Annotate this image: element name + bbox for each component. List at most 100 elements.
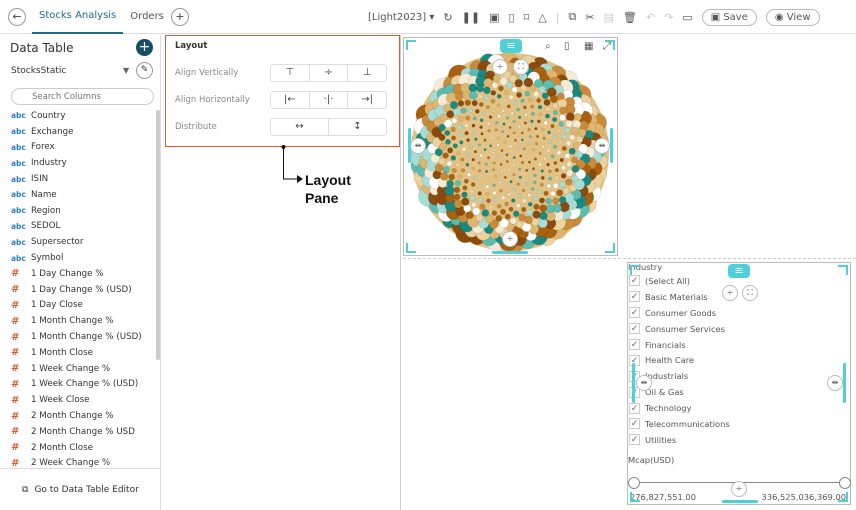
bubble[interactable]: [485, 184, 490, 189]
column-item[interactable]: abc ISIN: [11, 171, 156, 187]
bubble[interactable]: [460, 197, 470, 207]
bubble[interactable]: [561, 145, 568, 152]
resize-corner[interactable]: [406, 40, 416, 50]
column-item[interactable]: #1 Month Close: [11, 345, 156, 361]
bubble[interactable]: [513, 138, 518, 143]
bubble[interactable]: [545, 197, 553, 205]
bubble[interactable]: [532, 195, 538, 201]
bubble[interactable]: [497, 155, 501, 159]
bubble[interactable]: [556, 189, 564, 197]
bubble[interactable]: [563, 127, 571, 134]
bubble[interactable]: [537, 111, 543, 117]
bubble[interactable]: [493, 174, 498, 179]
add-tab-button[interactable]: +: [170, 7, 189, 26]
bubble[interactable]: [565, 119, 574, 128]
bubble[interactable]: [540, 175, 545, 180]
drag-handle-icon[interactable]: ≡: [500, 39, 522, 53]
column-item[interactable]: #1 Week Close: [11, 392, 156, 408]
bubble[interactable]: [438, 142, 448, 151]
filter-checkbox[interactable]: ✓ Consumer Services: [629, 321, 730, 337]
bubble[interactable]: [488, 115, 493, 120]
bubble[interactable]: [530, 119, 534, 124]
bubble[interactable]: [444, 129, 451, 137]
bubble[interactable]: [465, 162, 470, 167]
column-item[interactable]: #2 Month Change %: [11, 408, 156, 424]
bubble[interactable]: [558, 121, 565, 128]
align-middle-icon[interactable]: ÷: [310, 65, 349, 81]
bubble[interactable]: [483, 77, 494, 88]
refresh-icon[interactable]: ↻: [443, 11, 452, 24]
scrollbar[interactable]: [156, 110, 160, 360]
bubble[interactable]: [494, 121, 499, 125]
bubble[interactable]: [468, 90, 478, 100]
bubble[interactable]: [493, 197, 499, 203]
search-columns-input[interactable]: [11, 88, 154, 105]
bubble[interactable]: [565, 112, 576, 122]
bubble[interactable]: [484, 169, 489, 174]
align-top-icon[interactable]: ⊤: [271, 65, 310, 81]
bubble[interactable]: [496, 136, 501, 140]
bubble[interactable]: [527, 201, 533, 207]
bubble[interactable]: [504, 213, 512, 220]
bubble[interactable]: [575, 135, 584, 144]
bubble[interactable]: [569, 134, 576, 141]
bubble[interactable]: [560, 172, 567, 179]
bubble[interactable]: [539, 182, 544, 187]
bubble[interactable]: [541, 92, 549, 100]
bubble[interactable]: [439, 171, 449, 181]
bubble[interactable]: [496, 93, 502, 100]
bubble[interactable]: [532, 210, 541, 219]
bubble[interactable]: [477, 169, 482, 173]
bubble[interactable]: [492, 161, 497, 165]
bubble[interactable]: [471, 157, 476, 162]
bubble[interactable]: [532, 180, 537, 185]
bubble[interactable]: [456, 124, 463, 130]
redo-icon[interactable]: ↷: [664, 11, 673, 24]
resize-edge[interactable]: [408, 128, 411, 163]
resize-edge[interactable]: [632, 363, 635, 403]
datasource-name[interactable]: StocksStatic: [11, 66, 66, 76]
align-left-icon[interactable]: |←: [271, 92, 310, 108]
bubble[interactable]: [477, 191, 483, 196]
bubble[interactable]: [491, 168, 496, 172]
bubble[interactable]: [454, 179, 462, 187]
bubble[interactable]: [531, 166, 536, 171]
bubble[interactable]: [565, 178, 573, 186]
bubble[interactable]: [538, 151, 542, 156]
bubble[interactable]: [466, 153, 471, 158]
bubble[interactable]: [450, 135, 457, 141]
bubble[interactable]: [457, 99, 465, 107]
bubble[interactable]: [492, 190, 497, 196]
bubble[interactable]: [540, 127, 545, 132]
bubble[interactable]: [518, 213, 527, 222]
resize-vertical-icon[interactable]: ÷: [731, 481, 747, 497]
bookmark-icon[interactable]: ⌑: [524, 11, 530, 24]
filter-checkbox[interactable]: ✓ Financials: [629, 337, 730, 353]
bubble[interactable]: [512, 187, 517, 192]
bubble[interactable]: [483, 148, 487, 152]
bubble[interactable]: [503, 175, 508, 180]
bubble[interactable]: [485, 104, 491, 110]
view-button[interactable]: ◉ View: [765, 8, 820, 26]
bubble[interactable]: [460, 168, 466, 173]
bubble[interactable]: [498, 180, 502, 185]
bubble[interactable]: [505, 81, 514, 89]
bubble[interactable]: [527, 160, 532, 164]
bubble[interactable]: [488, 204, 494, 211]
bubble[interactable]: [521, 198, 527, 204]
bubble[interactable]: [520, 98, 525, 104]
bubble[interactable]: [471, 166, 476, 171]
range-min-handle[interactable]: [628, 477, 640, 489]
range-max-handle[interactable]: [839, 477, 851, 489]
bubble[interactable]: [504, 201, 510, 207]
bubble[interactable]: [518, 167, 522, 172]
bubble[interactable]: [486, 156, 491, 160]
bubble[interactable]: [452, 107, 462, 117]
bubble[interactable]: [469, 195, 476, 202]
bubble[interactable]: [450, 155, 457, 161]
bubble[interactable]: [509, 217, 518, 225]
resize-corner[interactable]: [630, 492, 640, 502]
bubble[interactable]: [543, 156, 547, 161]
bubble[interactable]: [546, 183, 552, 189]
bubble[interactable]: [460, 107, 467, 114]
